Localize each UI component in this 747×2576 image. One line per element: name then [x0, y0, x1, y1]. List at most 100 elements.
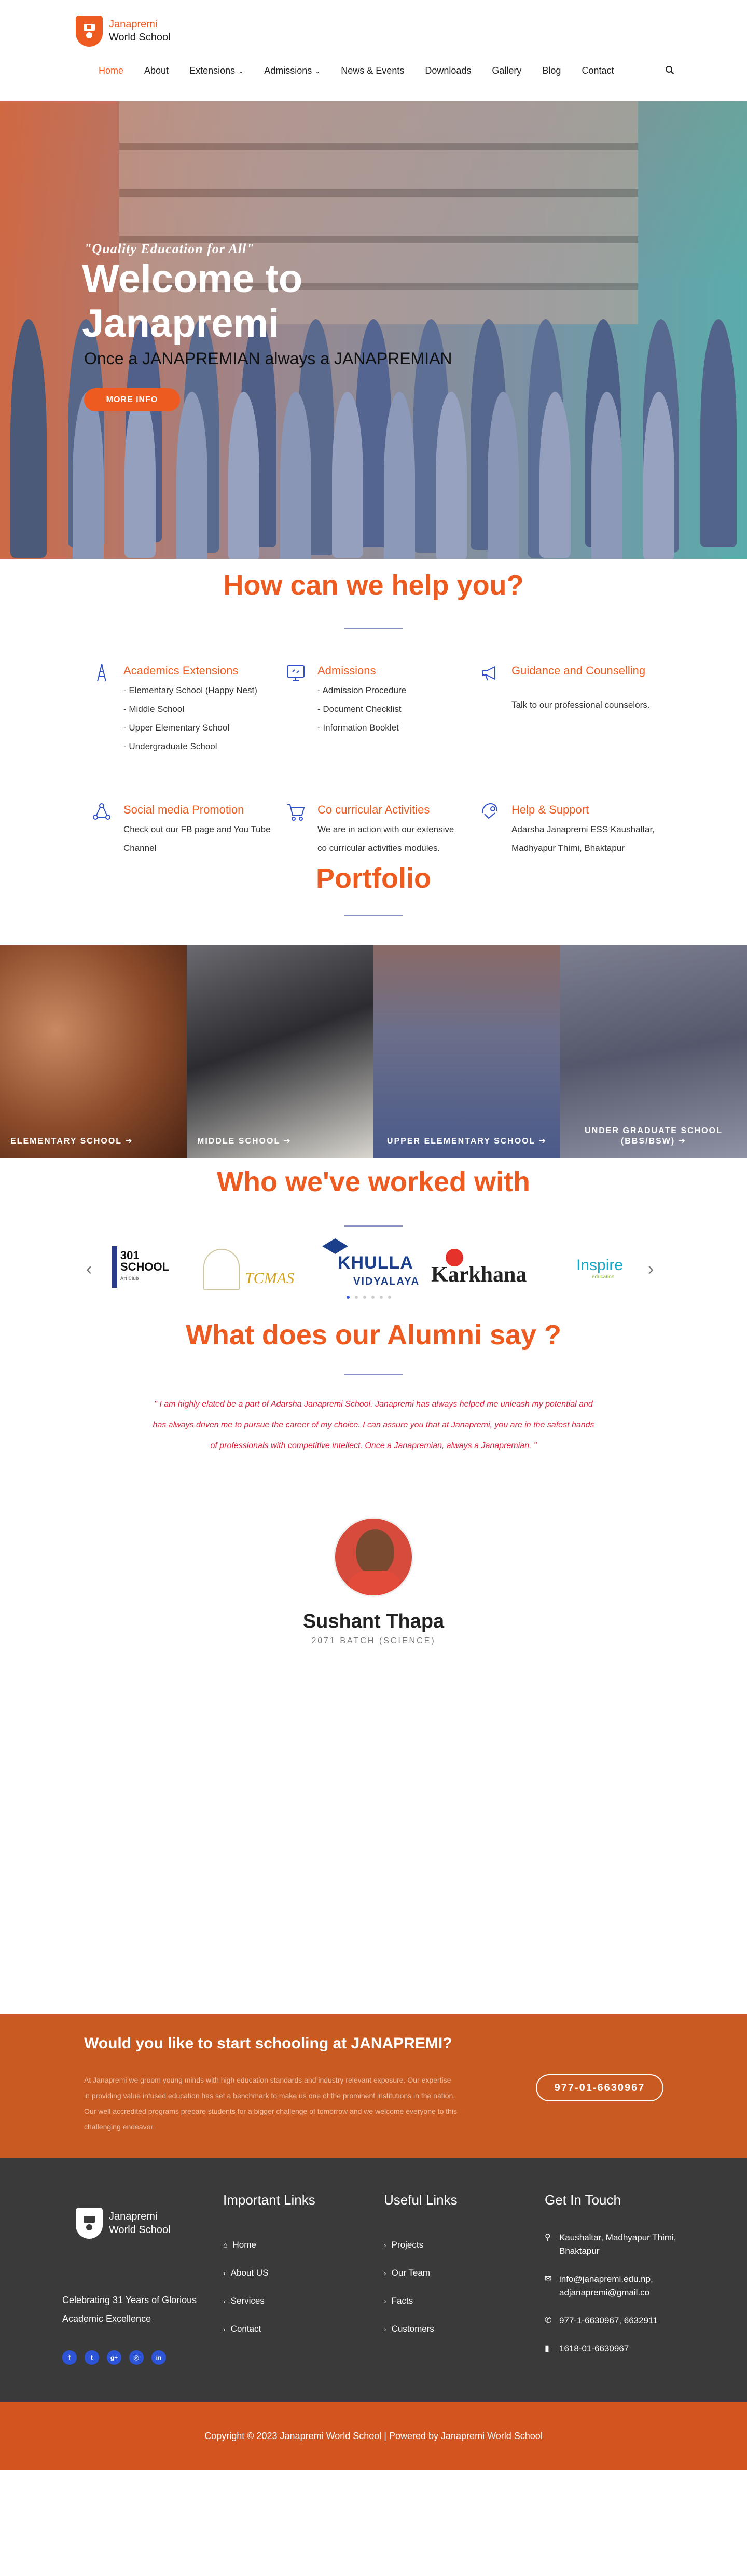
nav-downloads[interactable]: Downloads: [425, 65, 471, 76]
carousel-dots: [347, 1296, 396, 1299]
alumni-avatar: [334, 1517, 413, 1597]
footer-logo[interactable]: Janapremi World School: [76, 2208, 171, 2239]
search-icon[interactable]: [665, 65, 674, 75]
help-section: How can we help you? Academics Extension…: [0, 559, 747, 917]
partner-logo-301[interactable]: 301 SCHOOL Art Club: [112, 1244, 169, 1290]
portfolio-label: UNDER GRADUATE SCHOOL (BBS/BSW): [585, 1126, 723, 1146]
contact-email[interactable]: ✉ info@janapremi.edu.np, adjanapremi@gmai…: [545, 2272, 685, 2299]
help-text: - Elementary School (Happy Nest) - Middl…: [123, 685, 257, 751]
alumni-section: What does our Alumni say ? " I am highly…: [0, 1314, 747, 2014]
footer-link-projects[interactable]: › Projects: [384, 2231, 458, 2259]
help-title: How can we help you?: [223, 570, 524, 601]
portfolio-grid: ELEMENTARY SCHOOL ➔ MIDDLE SCHOOL ➔ UPPE…: [0, 945, 747, 1158]
chevron-right-icon: ›: [223, 2269, 226, 2277]
nav-about[interactable]: About: [144, 65, 169, 76]
hero-title: Welcome to Janapremi: [82, 257, 303, 346]
home-icon: ⌂: [223, 2241, 228, 2249]
phone-button[interactable]: 977-01-6630967: [536, 2074, 663, 2101]
location-pin-icon: ⚲: [545, 2233, 551, 2242]
logo-shield-icon: [76, 2208, 103, 2239]
hero-banner: "Quality Education for All" Welcome to J…: [0, 101, 747, 559]
carousel-dot[interactable]: [388, 1296, 391, 1299]
carousel-dot[interactable]: [371, 1296, 375, 1299]
phone-icon: ✆: [545, 2316, 552, 2325]
students-front-row: [0, 392, 747, 559]
important-links: Important Links ⌂ Home › About US › Service…: [223, 2192, 315, 2343]
site-logo[interactable]: Janapremi World School: [76, 16, 171, 47]
carousel-dot[interactable]: [347, 1296, 350, 1299]
nav-contact[interactable]: Contact: [582, 65, 614, 76]
useful-links: Useful Links › Projects › Our Team › Facts …: [384, 2192, 458, 2343]
partners-section: Who we've worked with ‹ 301 SCHOOL Art Cl…: [0, 1158, 747, 1314]
mobile-icon: ▮: [545, 2344, 549, 2353]
nav-home[interactable]: Home: [99, 65, 123, 76]
more-info-button[interactable]: MORE INFO: [84, 388, 180, 411]
chevron-right-icon: ›: [384, 2325, 386, 2333]
carousel-dot[interactable]: [380, 1296, 383, 1299]
portfolio-label: ELEMENTARY SCHOOL: [10, 1137, 122, 1146]
chevron-left-icon[interactable]: ‹: [86, 1259, 92, 1279]
partner-logo-karkhana[interactable]: Karkhana: [431, 1249, 550, 1290]
footer-brand-line2: World School: [109, 2224, 171, 2236]
help-text: Adarsha Janapremi ESS Kaushaltar, Madhya…: [511, 824, 655, 853]
chevron-right-icon[interactable]: ›: [648, 1259, 654, 1279]
partner-logo-tcmas[interactable]: TCMAS: [203, 1249, 312, 1296]
contact-title: Get In Touch: [545, 2192, 621, 2208]
cta-banner: Would you like to start schooling at JAN…: [0, 2014, 747, 2158]
portfolio-upper-elementary[interactable]: UPPER ELEMENTARY SCHOOL ➔: [374, 945, 560, 1158]
footer-link-customers[interactable]: › Customers: [384, 2315, 458, 2343]
partner-logo-inspire[interactable]: Inspire education: [576, 1257, 649, 1288]
footer-link-about[interactable]: › About US: [223, 2259, 315, 2287]
help-item-academics[interactable]: Academics Extensions - Elementary School…: [91, 663, 262, 782]
nav-admissions[interactable]: Admissions ⌄: [264, 65, 320, 76]
footer-link-facts[interactable]: › Facts: [384, 2287, 458, 2315]
carousel-dot[interactable]: [355, 1296, 358, 1299]
linkedin-icon[interactable]: in: [151, 2350, 166, 2365]
partners-title: Who we've worked with: [217, 1166, 530, 1197]
help-heading: Co curricular Activities: [317, 803, 430, 816]
footer-tagline: Celebrating 31 Years of Glorious Academi…: [62, 2295, 197, 2324]
tower-icon: [97, 664, 106, 682]
nav-gallery[interactable]: Gallery: [492, 65, 521, 76]
mail-icon: ✉: [545, 2275, 552, 2283]
portfolio-elementary[interactable]: ELEMENTARY SCHOOL ➔: [0, 945, 187, 1158]
arrow-right-icon: ➔: [125, 1137, 133, 1146]
section-divider: [344, 1374, 403, 1375]
chevron-right-icon: ›: [384, 2297, 386, 2305]
footer-link-team[interactable]: › Our Team: [384, 2259, 458, 2287]
contact-info: Get In Touch ⚲ Kaushaltar, Madhyapur Thim…: [545, 2192, 685, 2370]
contact-phone[interactable]: ✆ 977-1-6630967, 6632911: [545, 2314, 685, 2327]
instagram-icon[interactable]: ◎: [129, 2350, 144, 2365]
google-plus-icon[interactable]: g+: [107, 2350, 121, 2365]
twitter-icon[interactable]: t: [85, 2350, 99, 2365]
section-divider: [344, 628, 403, 629]
footer-link-home[interactable]: ⌂ Home: [223, 2231, 315, 2259]
chevron-right-icon: ›: [223, 2325, 226, 2333]
help-text: Check out our FB page and You Tube Chann…: [123, 824, 271, 853]
portfolio-middle[interactable]: MIDDLE SCHOOL ➔: [187, 945, 374, 1158]
help-heading: Help & Support: [511, 803, 589, 816]
chevron-right-icon: ›: [384, 2269, 386, 2277]
section-divider: [344, 915, 403, 916]
cta-text: At Janapremi we groom young minds with h…: [84, 2076, 458, 2131]
hero-subtitle: Once a JANAPREMIAN always a JANAPREMIAN: [84, 349, 452, 368]
useful-links-title: Useful Links: [384, 2192, 458, 2208]
brand-line2: World School: [109, 32, 171, 43]
cart-icon: [287, 804, 305, 821]
important-links-title: Important Links: [223, 2192, 315, 2208]
carousel-dot[interactable]: [363, 1296, 366, 1299]
site-footer: Janapremi World School Celebrating 31 Ye…: [0, 2158, 747, 2402]
share-icon: [93, 803, 110, 820]
portfolio-title: Portfolio: [316, 863, 431, 894]
nav-news-events[interactable]: News & Events: [341, 65, 404, 76]
facebook-icon[interactable]: f: [62, 2350, 77, 2365]
portfolio-undergraduate[interactable]: UNDER GRADUATE SCHOOL (BBS/BSW) ➔: [560, 945, 747, 1158]
logo-shield-icon: [76, 16, 103, 47]
chevron-down-icon: ⌄: [315, 67, 321, 75]
partner-logo-khulla[interactable]: KHULLA VIDYALAYA: [322, 1238, 426, 1296]
nav-blog[interactable]: Blog: [542, 65, 561, 76]
footer-link-contact[interactable]: › Contact: [223, 2315, 315, 2343]
nav-extensions[interactable]: Extensions ⌄: [189, 65, 243, 76]
footer-link-services[interactable]: › Services: [223, 2287, 315, 2315]
help-text: Talk to our professional counselors.: [511, 700, 650, 710]
